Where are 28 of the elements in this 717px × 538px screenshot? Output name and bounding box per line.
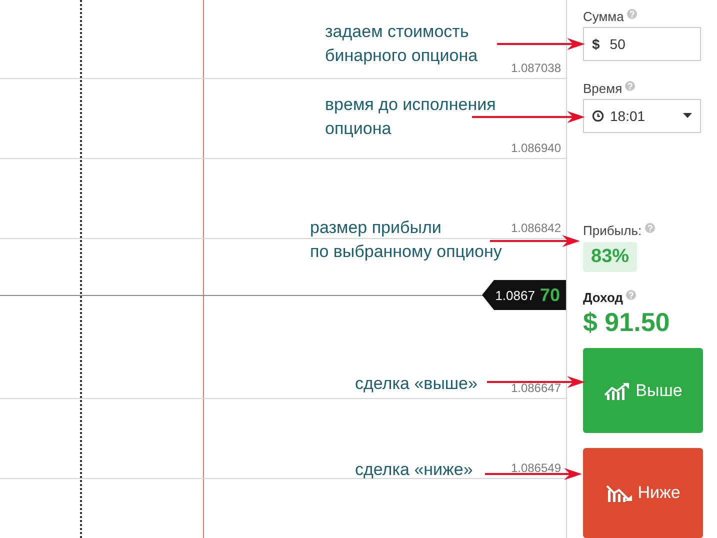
income-value: $ 91.50 [583,306,670,338]
lower-button[interactable]: Ниже [583,448,703,538]
help-icon[interactable] [644,222,655,233]
annotation-text: сделка «ниже» [355,459,473,481]
clock-icon [592,110,604,122]
help-icon[interactable] [626,290,636,300]
price-label: 1.086940 [510,141,561,155]
price-label: 1.086842 [510,221,561,235]
profit-label: Прибыль: [583,222,642,238]
price-label: 1.086549 [510,461,561,475]
falling-chart-icon [606,484,634,502]
annotation-text: сделка «выше» [355,373,478,395]
price-label: 1.087038 [510,61,561,75]
amount-field[interactable]: $ 50 [583,27,701,61]
caret-icon [683,113,692,118]
field-label: Время [583,80,622,96]
help-icon[interactable] [626,9,637,19]
rising-chart-icon [604,382,632,400]
help-icon[interactable] [625,80,636,91]
profit-badge: 83% [583,242,638,272]
income-label: Доход [583,290,623,305]
annotation-text: размер прибыли по выбранному опциону [310,217,502,263]
field-label: Сумма [583,9,624,24]
price-label: 1.086647 [510,381,561,395]
time-dropdown[interactable]: 18:01 [583,98,701,133]
annotation-text: задаем стоимость бинарного опциона [325,21,478,67]
current-price-tag: 1.0867 70 [482,280,566,310]
annotation-text: время до исполнения опциона [325,94,496,140]
